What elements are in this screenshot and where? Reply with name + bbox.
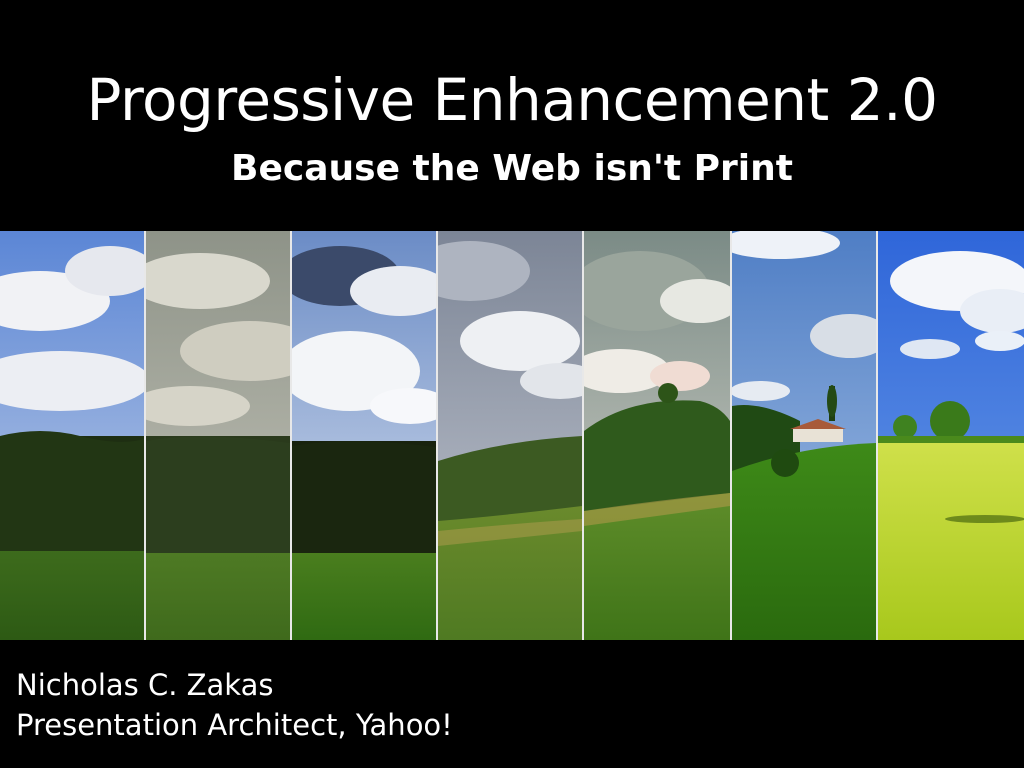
author-role: Presentation Architect, Yahoo! [16,708,453,742]
title-slide: Progressive Enhancement 2.0 Because the … [0,0,1024,768]
slide-subtitle: Because the Web isn't Print [231,148,793,189]
panel-5 [584,231,730,640]
panel-7 [878,231,1024,640]
landscape-panels-image [0,231,1024,640]
slide-title: Progressive Enhancement 2.0 [86,66,938,134]
landscape-panels-svg [0,231,1024,640]
author-name: Nicholas C. Zakas [16,668,274,702]
panel-4 [438,231,582,640]
panel-3 [292,231,436,640]
panel-6 [732,231,876,640]
panel-1 [0,231,144,640]
